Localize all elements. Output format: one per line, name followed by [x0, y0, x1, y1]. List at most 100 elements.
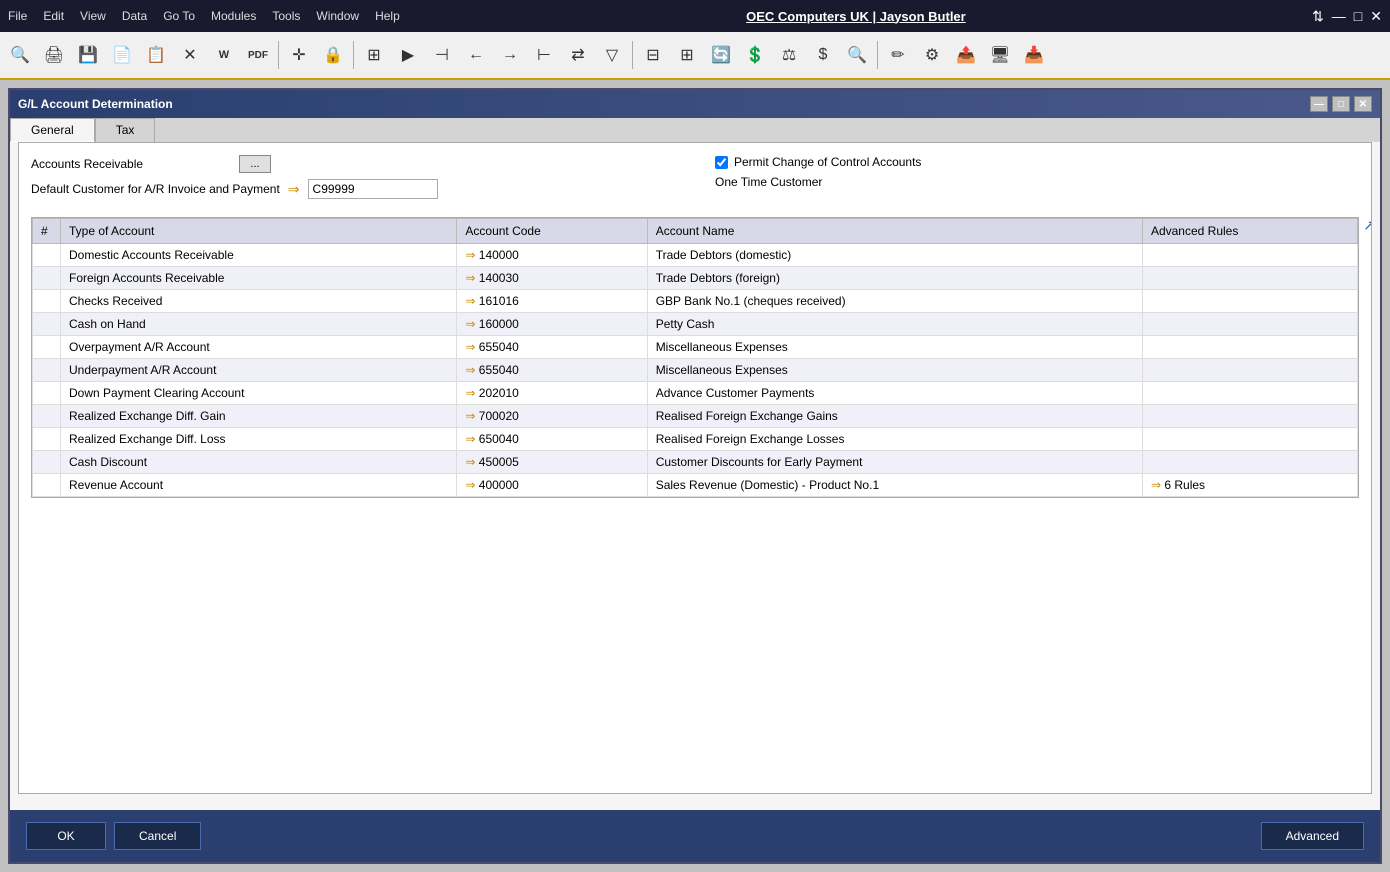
pdf-icon[interactable]: PDF [242, 39, 274, 71]
cell-type: Underpayment A/R Account [61, 359, 457, 382]
prev-icon[interactable]: ← [460, 39, 492, 71]
cell-name: Sales Revenue (Domestic) - Product No.1 [647, 474, 1142, 497]
dollar-icon[interactable]: 💲 [739, 39, 771, 71]
last-icon[interactable]: ⊢ [528, 39, 560, 71]
table-row[interactable]: Checks Received ⇒ 161016 GBP Bank No.1 (… [33, 290, 1358, 313]
table-row[interactable]: Foreign Accounts Receivable ⇒ 140030 Tra… [33, 267, 1358, 290]
toolbar-separator-1 [278, 41, 279, 69]
cell-num [33, 313, 61, 336]
bottom-left-buttons: OK Cancel [26, 822, 201, 850]
print-icon[interactable]: 🖨 [38, 39, 70, 71]
cell-code: ⇒ 650040 [457, 428, 647, 451]
cancel-button[interactable]: Cancel [114, 822, 201, 850]
dialog-maximize-btn[interactable]: □ [1332, 96, 1350, 112]
search-icon[interactable]: 🔍 [4, 39, 36, 71]
cell-advanced [1142, 267, 1357, 290]
table-row[interactable]: Down Payment Clearing Account ⇒ 202010 A… [33, 382, 1358, 405]
accounts-receivable-browse-btn[interactable]: ... [239, 155, 271, 173]
cell-num [33, 290, 61, 313]
cell-num [33, 405, 61, 428]
cell-advanced [1142, 451, 1357, 474]
table-row[interactable]: Cash Discount ⇒ 450005 Customer Discount… [33, 451, 1358, 474]
table-row[interactable]: Revenue Account ⇒ 400000 Sales Revenue (… [33, 474, 1358, 497]
tab-general[interactable]: General [10, 118, 95, 142]
col-icon[interactable]: ⊟ [637, 39, 669, 71]
copy-icon[interactable]: 📋 [140, 39, 172, 71]
filter-icon[interactable]: ▽ [596, 39, 628, 71]
table-row[interactable]: Cash on Hand ⇒ 160000 Petty Cash [33, 313, 1358, 336]
cell-num [33, 244, 61, 267]
menu-tools[interactable]: Tools [272, 9, 300, 23]
table-row[interactable]: Realized Exchange Diff. Loss ⇒ 650040 Re… [33, 428, 1358, 451]
cell-type: Cash Discount [61, 451, 457, 474]
menu-file[interactable]: File [8, 9, 27, 23]
minimize-btn[interactable]: — [1332, 8, 1346, 24]
accounts-receivable-row: Accounts Receivable ... [31, 155, 675, 173]
dialog-body: Accounts Receivable ... Default Customer… [18, 142, 1372, 794]
menu-modules[interactable]: Modules [211, 9, 256, 23]
first-icon[interactable]: ⊣ [426, 39, 458, 71]
back-icon[interactable]: 🔄 [705, 39, 737, 71]
row-icon[interactable]: ⊞ [671, 39, 703, 71]
table-row[interactable]: Domestic Accounts Receivable ⇒ 140000 Tr… [33, 244, 1358, 267]
menu-window[interactable]: Window [316, 9, 359, 23]
col-name: Account Name [647, 219, 1142, 244]
default-customer-label: Default Customer for A/R Invoice and Pay… [31, 182, 280, 196]
cell-advanced [1142, 290, 1357, 313]
refresh-icon[interactable]: ⇄ [562, 39, 594, 71]
cell-type: Revenue Account [61, 474, 457, 497]
table-header-row: # Type of Account Account Code Account N… [33, 219, 1358, 244]
table-row[interactable]: Overpayment A/R Account ⇒ 655040 Miscell… [33, 336, 1358, 359]
ok-button[interactable]: OK [26, 822, 106, 850]
grid-icon[interactable]: ⊞ [358, 39, 390, 71]
cell-type: Checks Received [61, 290, 457, 313]
one-time-customer-label: One Time Customer [715, 175, 822, 189]
move-icon[interactable]: ✛ [283, 39, 315, 71]
menu-edit[interactable]: Edit [43, 9, 64, 23]
dialog-controls[interactable]: — □ ✕ [1310, 96, 1372, 112]
menu-goto[interactable]: Go To [163, 9, 195, 23]
lock-icon[interactable]: 🔒 [317, 39, 349, 71]
permit-change-checkbox[interactable] [715, 156, 728, 169]
close-btn[interactable]: ✕ [1370, 8, 1382, 25]
edit2-icon[interactable]: ✏ [882, 39, 914, 71]
cell-type: Realized Exchange Diff. Gain [61, 405, 457, 428]
save-icon[interactable]: 💾 [72, 39, 104, 71]
scale-icon[interactable]: ⚖ [773, 39, 805, 71]
menu-help[interactable]: Help [375, 9, 400, 23]
cell-num [33, 382, 61, 405]
cell-name: Realised Foreign Exchange Losses [647, 428, 1142, 451]
col-advanced: Advanced Rules [1142, 219, 1357, 244]
menu-bar[interactable]: File Edit View Data Go To Modules Tools … [8, 9, 400, 23]
maximize-btn[interactable]: □ [1354, 8, 1362, 24]
dialog-close-btn[interactable]: ✕ [1354, 96, 1372, 112]
default-customer-input[interactable] [308, 179, 438, 199]
language-icon[interactable]: ⇅ [1312, 8, 1324, 25]
table-row[interactable]: Realized Exchange Diff. Gain ⇒ 700020 Re… [33, 405, 1358, 428]
monitor-icon[interactable]: 🖥 [984, 39, 1016, 71]
settings-icon[interactable]: ⚙ [916, 39, 948, 71]
import-icon[interactable]: 📥 [1018, 39, 1050, 71]
expand-table-icon[interactable]: ↗ [1363, 217, 1372, 234]
cell-code: ⇒ 202010 [457, 382, 647, 405]
dialog-title: G/L Account Determination [18, 97, 173, 111]
toolbar-separator-3 [632, 41, 633, 69]
export-icon[interactable]: 📤 [950, 39, 982, 71]
dollar2-icon[interactable]: $ [807, 39, 839, 71]
delete-icon[interactable]: ✕ [174, 39, 206, 71]
tab-tax[interactable]: Tax [95, 118, 156, 142]
cell-code: ⇒ 140030 [457, 267, 647, 290]
doc-icon[interactable]: 📄 [106, 39, 138, 71]
advanced-button[interactable]: Advanced [1261, 822, 1364, 850]
menu-data[interactable]: Data [122, 9, 147, 23]
cell-advanced [1142, 405, 1357, 428]
dialog-minimize-btn[interactable]: — [1310, 96, 1328, 112]
word-icon[interactable]: W [208, 39, 240, 71]
next-icon[interactable]: ▶ [392, 39, 424, 71]
dialog-title-bar: G/L Account Determination — □ ✕ [10, 90, 1380, 118]
table-row[interactable]: Underpayment A/R Account ⇒ 655040 Miscel… [33, 359, 1358, 382]
fwd-icon[interactable]: → [494, 39, 526, 71]
window-controls[interactable]: ⇅ — □ ✕ [1312, 8, 1382, 25]
zoom-icon[interactable]: 🔍 [841, 39, 873, 71]
menu-view[interactable]: View [80, 9, 106, 23]
